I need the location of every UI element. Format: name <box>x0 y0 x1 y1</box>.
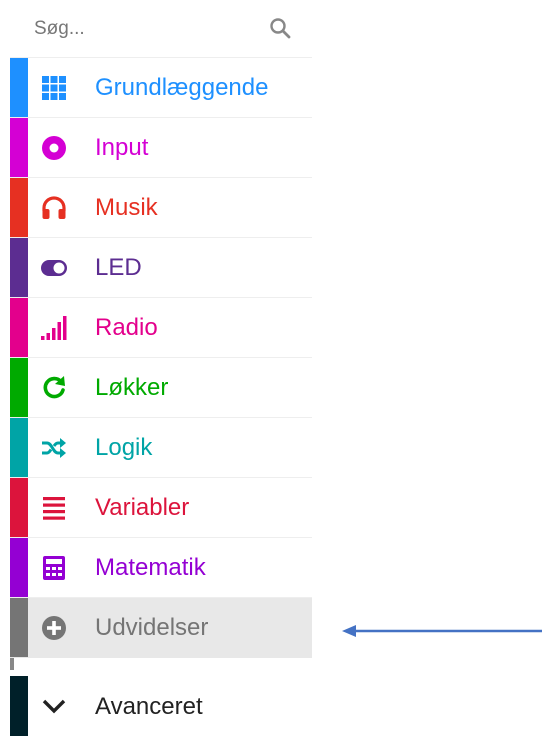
category-color-bar <box>10 58 28 117</box>
category-label: Grundlæggende <box>95 74 269 101</box>
divider <box>10 658 14 670</box>
category-matematik[interactable]: Matematik <box>10 538 312 598</box>
category-color-bar <box>10 478 28 537</box>
category-color-bar <box>10 358 28 417</box>
category-input[interactable]: Input <box>10 118 312 178</box>
category-color-bar <box>10 178 28 237</box>
category-color-bar <box>10 118 28 177</box>
search-icon[interactable] <box>268 16 292 40</box>
headphones-icon <box>41 195 67 221</box>
category-loekker[interactable]: Løkker <box>10 358 312 418</box>
category-label: Radio <box>95 314 158 341</box>
category-radio[interactable]: Radio <box>10 298 312 358</box>
shuffle-icon <box>41 435 67 461</box>
chevron-down-icon <box>41 693 67 719</box>
category-label: Udvidelser <box>95 614 209 641</box>
category-color-bar <box>10 418 28 477</box>
search-input[interactable] <box>34 12 254 46</box>
list-icon <box>41 495 67 521</box>
category-color-bar <box>10 538 28 597</box>
category-musik[interactable]: Musik <box>10 178 312 238</box>
category-label: Input <box>95 134 149 161</box>
category-color-bar <box>10 298 28 357</box>
category-label: Avanceret <box>95 693 203 720</box>
category-list: Grundlæggende Input Musik LED Radio Løkk… <box>10 58 312 658</box>
category-label: Matematik <box>95 554 206 581</box>
category-label: Variabler <box>95 494 190 521</box>
grid-icon <box>41 75 67 101</box>
category-grundlaeggende[interactable]: Grundlæggende <box>10 58 312 118</box>
category-label: LED <box>95 254 142 281</box>
category-color-bar <box>10 238 28 297</box>
category-avanceret[interactable]: Avanceret <box>10 676 312 736</box>
signal-bars-icon <box>41 315 67 341</box>
category-label: Løkker <box>95 374 169 401</box>
annotation-arrow <box>342 625 542 637</box>
category-label: Musik <box>95 194 158 221</box>
search-box <box>10 0 312 58</box>
category-label: Logik <box>95 434 153 461</box>
toggle-icon <box>41 255 67 281</box>
category-variabler[interactable]: Variabler <box>10 478 312 538</box>
category-color-bar <box>10 676 28 736</box>
circle-target-icon <box>41 135 67 161</box>
category-logik[interactable]: Logik <box>10 418 312 478</box>
toolbox-panel: Grundlæggende Input Musik <box>0 0 542 736</box>
plus-circle-icon <box>41 615 67 641</box>
refresh-icon <box>41 375 67 401</box>
calculator-icon <box>41 555 67 581</box>
category-led[interactable]: LED <box>10 238 312 298</box>
category-udvidelser[interactable]: Udvidelser <box>10 598 312 658</box>
category-color-bar <box>10 598 28 657</box>
